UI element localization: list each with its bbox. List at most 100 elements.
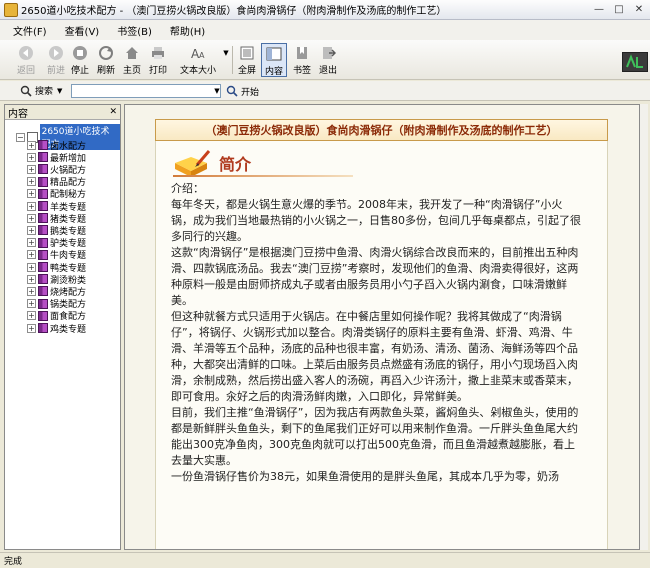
collapse-icon[interactable]: − bbox=[16, 132, 25, 142]
sidebar-item[interactable]: + 鸡类专题 bbox=[27, 322, 87, 335]
book-icon bbox=[38, 286, 48, 297]
book-icon bbox=[38, 201, 48, 211]
stop-button[interactable]: 停止 bbox=[66, 43, 94, 77]
search-go-button[interactable]: 开始 bbox=[226, 84, 259, 98]
menu-file[interactable]: 文件(F) bbox=[10, 21, 50, 40]
menu-view[interactable]: 查看(V) bbox=[62, 21, 103, 40]
sidebar-item[interactable]: + 猪类专题 bbox=[27, 212, 86, 225]
sidebar-item-label: 火锅配方 bbox=[50, 165, 87, 176]
sidebar-item[interactable]: + 精品配方 bbox=[27, 176, 86, 188]
print-label: 打印 bbox=[148, 66, 167, 76]
print-button[interactable]: 打印 bbox=[144, 43, 172, 77]
sidebar-item-label: 驴类专题 bbox=[50, 239, 87, 250]
exit-icon bbox=[320, 45, 336, 61]
book-icon bbox=[38, 188, 48, 199]
sidebar-item[interactable]: + 烧烤配方 bbox=[27, 285, 87, 298]
magnifier-icon bbox=[226, 85, 238, 97]
expand-icon[interactable]: + bbox=[27, 299, 36, 309]
menu-bookmark[interactable]: 书签(B) bbox=[114, 21, 155, 40]
vertical-scrollbar[interactable] bbox=[640, 104, 648, 550]
expand-icon[interactable]: + bbox=[27, 140, 36, 150]
print-icon bbox=[150, 45, 166, 61]
sidebar-item[interactable]: + 面食配方 bbox=[27, 310, 86, 322]
chevron-down-icon: ▼ bbox=[223, 49, 229, 57]
search-history-dropdown[interactable]: ▼ bbox=[213, 85, 221, 97]
expand-icon[interactable]: + bbox=[27, 164, 36, 174]
book-icon bbox=[38, 298, 48, 309]
sidebar-item[interactable]: + 羊类专题 bbox=[27, 200, 86, 213]
section-title-rule bbox=[173, 175, 353, 177]
sidebar-item[interactable]: + 最新增加 bbox=[27, 151, 87, 164]
sidebar-item-label: 精品配方 bbox=[50, 178, 87, 189]
sidebar-item-label: 卤水配方 bbox=[50, 141, 87, 152]
back-label: 返回 bbox=[16, 66, 35, 76]
expand-icon[interactable]: + bbox=[27, 152, 36, 162]
search-input[interactable] bbox=[71, 84, 221, 98]
sidebar-item[interactable]: + 牛肉专题 bbox=[27, 249, 86, 261]
menu-help[interactable]: 帮助(H) bbox=[167, 21, 208, 40]
sidebar-item[interactable]: + 火锅配方 bbox=[27, 163, 87, 176]
sidebar-item[interactable]: + 配制秘方 bbox=[27, 188, 86, 200]
book-icon bbox=[38, 274, 48, 285]
content-button[interactable]: 内容 bbox=[261, 43, 287, 77]
bookmark-label: 书签 bbox=[292, 66, 311, 76]
book-icon bbox=[38, 176, 48, 187]
expand-icon[interactable]: + bbox=[27, 262, 36, 272]
expand-icon[interactable]: + bbox=[27, 323, 36, 333]
app-logo bbox=[622, 52, 648, 72]
sidebar-header: 内容 ✕ bbox=[5, 105, 120, 120]
content-pane-icon bbox=[266, 46, 282, 62]
fullscreen-button[interactable]: 全屏 bbox=[234, 43, 260, 77]
sidebar-item[interactable]: + 驴类专题 bbox=[27, 237, 86, 249]
status-bar: 完成 bbox=[0, 552, 650, 568]
book-icon bbox=[38, 249, 48, 260]
expand-icon[interactable]: + bbox=[27, 238, 36, 248]
bookmark-button[interactable]: 书签 bbox=[289, 43, 315, 77]
expand-icon[interactable]: + bbox=[27, 177, 36, 187]
expand-icon[interactable]: + bbox=[27, 225, 36, 235]
expand-icon[interactable]: + bbox=[27, 213, 36, 223]
home-button[interactable]: 主页 bbox=[118, 43, 146, 77]
exit-label: 退出 bbox=[318, 66, 337, 76]
sidebar-item[interactable]: + 鹅类专题 bbox=[27, 224, 86, 237]
section-title: 简介 bbox=[219, 155, 252, 174]
search-options-dropdown[interactable]: ▼ bbox=[57, 87, 62, 95]
refresh-button[interactable]: 刷新 bbox=[92, 43, 120, 77]
maximize-button[interactable]: □ bbox=[610, 2, 628, 18]
title-bar: 2650道小吃技术配方 - （澳门豆捞火锅改良版）食尚肉滑锅仔（附肉滑制作及汤底… bbox=[0, 0, 650, 20]
search-label: 搜索 bbox=[35, 87, 54, 97]
exit-button[interactable]: 退出 bbox=[315, 43, 341, 77]
back-button[interactable]: 返回 bbox=[10, 43, 42, 77]
status-text: 完成 bbox=[4, 557, 23, 567]
minimize-button[interactable]: — bbox=[590, 2, 608, 18]
close-button[interactable]: ✕ bbox=[630, 2, 648, 18]
sidebar-item-label: 鸡类专题 bbox=[50, 324, 87, 335]
search-icon bbox=[20, 85, 32, 97]
expand-icon[interactable]: + bbox=[27, 274, 36, 284]
fullscreen-label: 全屏 bbox=[237, 66, 256, 76]
expand-icon[interactable]: + bbox=[27, 286, 36, 296]
sidebar-item[interactable]: + 涮烫粉类 bbox=[27, 273, 86, 286]
sidebar-item[interactable]: + 鸭类专题 bbox=[27, 261, 86, 274]
content-label: 内容 bbox=[264, 67, 283, 77]
font-size-dropdown[interactable]: ▼ bbox=[221, 43, 231, 77]
sidebar-close-icon[interactable]: ✕ bbox=[109, 107, 117, 117]
article-paragraph: 每年冬天，都是火锅生意火爆的季节。2008年末，我开发了一种“肉滑锅仔”小火锅，… bbox=[171, 198, 581, 243]
expand-icon[interactable]: + bbox=[27, 201, 36, 211]
font-size-button[interactable]: AA 文本大小 bbox=[176, 43, 220, 77]
article-header-text: （澳门豆捞火锅改良版）食尚肉滑锅仔（附肉滑制作及汤底的制作工艺） bbox=[205, 124, 558, 137]
content-pane[interactable]: （澳门豆捞火锅改良版）食尚肉滑锅仔（附肉滑制作及汤底的制作工艺） 简介 介绍： … bbox=[124, 104, 640, 550]
sidebar-item-label: 锅类配方 bbox=[50, 300, 87, 311]
home-icon bbox=[124, 45, 140, 61]
sidebar-title: 内容 bbox=[8, 108, 28, 120]
article-paragraph: 一份鱼滑锅仔售价为38元，如果鱼滑使用的是胖头鱼尾，其成本几乎为零，奶汤 bbox=[171, 470, 559, 483]
expand-icon[interactable]: + bbox=[27, 189, 36, 199]
sidebar-item-label: 烧烤配方 bbox=[50, 287, 87, 298]
sidebar-item[interactable]: + 卤水配方 bbox=[27, 139, 87, 152]
sidebar-item-label: 最新增加 bbox=[50, 153, 87, 164]
refresh-label: 刷新 bbox=[96, 66, 115, 76]
expand-icon[interactable]: + bbox=[27, 250, 36, 260]
sidebar-item[interactable]: + 锅类配方 bbox=[27, 298, 86, 310]
expand-icon[interactable]: + bbox=[27, 311, 36, 321]
article-paragraph: 目前，我们主推“鱼滑锅仔”，因为我店有两款鱼头菜，酱焖鱼头、剁椒鱼头，使用的都是… bbox=[171, 406, 579, 467]
